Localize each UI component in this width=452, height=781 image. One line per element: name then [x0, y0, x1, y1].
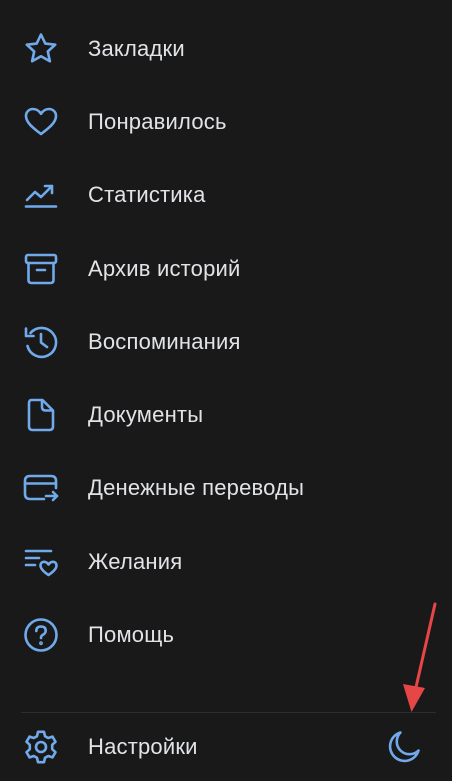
menu-item-help[interactable]: Помощь: [0, 598, 452, 671]
menu-item-stories-archive[interactable]: Архив историй: [0, 232, 452, 305]
menu-item-wishes[interactable]: Желания: [0, 525, 452, 598]
menu-item-label: Документы: [88, 402, 204, 428]
menu-footer: Настройки: [0, 713, 452, 781]
menu-item-label: Закладки: [88, 35, 185, 61]
menu-item-liked[interactable]: Понравилось: [0, 85, 452, 158]
document-icon: [21, 395, 61, 435]
gear-icon: [21, 727, 61, 767]
heart-icon: [21, 102, 61, 142]
menu-item-documents[interactable]: Документы: [0, 378, 452, 451]
theme-toggle-button[interactable]: [384, 727, 424, 767]
money-transfer-card-icon: [21, 468, 61, 508]
menu-item-label: Архив историй: [88, 255, 241, 281]
menu-item-label: Денежные переводы: [88, 475, 305, 501]
menu-item-label: Воспоминания: [88, 328, 241, 354]
settings-label: Настройки: [88, 734, 198, 759]
menu-item-label: Помощь: [88, 622, 175, 648]
history-clock-icon: [21, 322, 61, 362]
menu-item-label: Статистика: [88, 182, 206, 208]
help-question-icon: [21, 615, 61, 655]
star-icon: [21, 29, 61, 69]
side-menu: Закладки Понравилось Статистика Архив ис…: [0, 12, 452, 672]
menu-item-statistics[interactable]: Статистика: [0, 159, 452, 232]
menu-item-label: Желания: [88, 548, 183, 574]
menu-item-money-transfers[interactable]: Денежные переводы: [0, 452, 452, 525]
trend-chart-icon: [21, 175, 61, 215]
menu-item-label: Понравилось: [88, 108, 227, 134]
wishlist-icon: [21, 542, 61, 582]
menu-item-bookmarks[interactable]: Закладки: [0, 12, 452, 85]
menu-item-memories[interactable]: Воспоминания: [0, 305, 452, 378]
archive-box-icon: [21, 249, 61, 289]
moon-icon: [384, 727, 424, 767]
